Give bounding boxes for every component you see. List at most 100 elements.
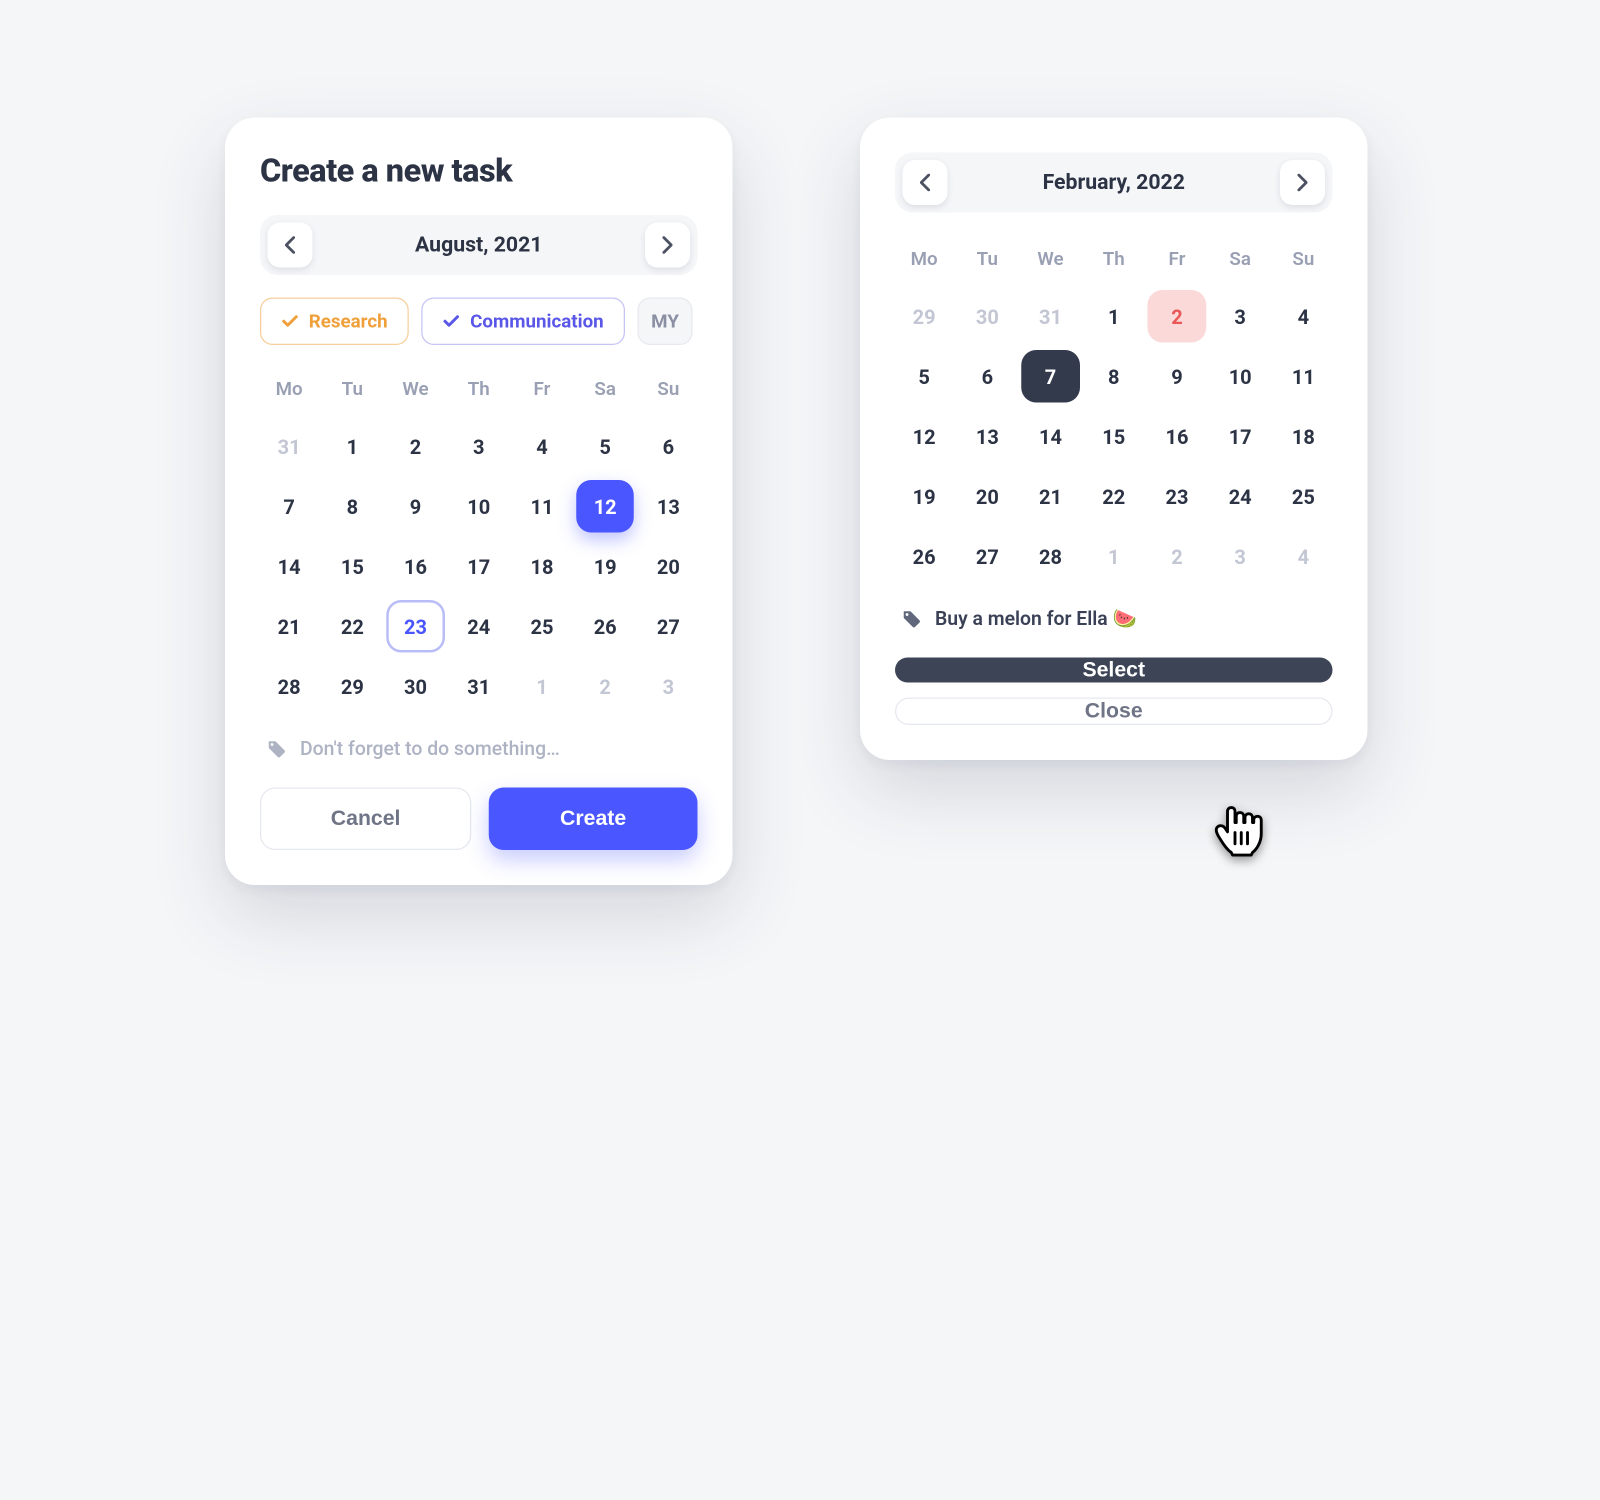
next-month-button[interactable] xyxy=(645,223,690,268)
calendar-day[interactable]: 2 xyxy=(576,660,634,713)
calendar-day[interactable]: 31 xyxy=(1021,290,1079,343)
calendar-day[interactable]: 18 xyxy=(1274,410,1332,463)
calendar-day[interactable]: 6 xyxy=(958,350,1016,403)
weekday-header: MoTuWeThFrSaSu xyxy=(260,370,698,408)
calendar-day[interactable]: 16 xyxy=(386,540,444,593)
cancel-button[interactable]: Cancel xyxy=(260,788,471,851)
calendar-day[interactable]: 3 xyxy=(450,420,508,473)
calendar-day[interactable]: 25 xyxy=(1274,470,1332,523)
calendar-day[interactable]: 31 xyxy=(260,420,318,473)
calendar-day[interactable]: 12 xyxy=(895,410,953,463)
tag-overflow[interactable]: MY xyxy=(637,298,692,346)
calendar-day[interactable]: 9 xyxy=(1148,350,1206,403)
calendar-day[interactable]: 2 xyxy=(1148,290,1206,343)
calendar-day[interactable]: 1 xyxy=(1085,290,1143,343)
calendar-week: 14151617181920 xyxy=(260,540,698,593)
calendar-day[interactable]: 11 xyxy=(513,480,571,533)
calendar-day[interactable]: 24 xyxy=(1211,470,1269,523)
calendar-day[interactable]: 16 xyxy=(1148,410,1206,463)
calendar-day[interactable]: 21 xyxy=(260,600,318,653)
calendar-week: 78910111213 xyxy=(260,480,698,533)
calendar-day[interactable]: 5 xyxy=(576,420,634,473)
create-button[interactable]: Create xyxy=(489,788,698,851)
calendar-day[interactable]: 24 xyxy=(450,600,508,653)
calendar-day[interactable]: 21 xyxy=(1021,470,1079,523)
calendar-day[interactable]: 30 xyxy=(958,290,1016,343)
calendar-day[interactable]: 4 xyxy=(513,420,571,473)
calendar-day[interactable]: 8 xyxy=(323,480,381,533)
calendar-day[interactable]: 31 xyxy=(450,660,508,713)
calendar-day[interactable]: 8 xyxy=(1085,350,1143,403)
calendar-day[interactable]: 23 xyxy=(1148,470,1206,523)
tag-label: Communication xyxy=(470,310,604,333)
weekday-label: Tu xyxy=(958,240,1016,278)
calendar-day[interactable]: 10 xyxy=(1211,350,1269,403)
calendar-day[interactable]: 22 xyxy=(323,600,381,653)
calendar-day[interactable]: 2 xyxy=(1148,530,1206,583)
calendar-day[interactable]: 19 xyxy=(895,470,953,523)
calendar-day[interactable]: 29 xyxy=(323,660,381,713)
calendar-day[interactable]: 28 xyxy=(260,660,318,713)
calendar-day[interactable]: 4 xyxy=(1274,530,1332,583)
prev-month-button[interactable] xyxy=(268,223,313,268)
tag-communication[interactable]: Communication xyxy=(421,298,625,346)
calendar-day[interactable]: 3 xyxy=(639,660,697,713)
note-input-row[interactable]: Don't forget to do something… xyxy=(260,738,698,761)
calendar-day[interactable]: 10 xyxy=(450,480,508,533)
calendar-day[interactable]: 15 xyxy=(323,540,381,593)
calendar-grid: 3112345678910111213141516171819202122232… xyxy=(260,420,698,713)
calendar-day[interactable]: 26 xyxy=(895,530,953,583)
next-month-button[interactable] xyxy=(1280,160,1325,205)
calendar-day[interactable]: 29 xyxy=(895,290,953,343)
calendar-day[interactable]: 3 xyxy=(1211,530,1269,583)
calendar-day[interactable]: 11 xyxy=(1274,350,1332,403)
calendar-day[interactable]: 22 xyxy=(1085,470,1143,523)
pointer-cursor-icon xyxy=(1213,800,1268,860)
calendar-day[interactable]: 9 xyxy=(386,480,444,533)
prev-month-button[interactable] xyxy=(903,160,948,205)
calendar-day[interactable]: 12 xyxy=(576,480,634,533)
tag-label: MY xyxy=(651,310,679,333)
calendar-day[interactable]: 25 xyxy=(513,600,571,653)
calendar-day[interactable]: 1 xyxy=(513,660,571,713)
calendar-day[interactable]: 5 xyxy=(895,350,953,403)
calendar-day[interactable]: 30 xyxy=(386,660,444,713)
calendar-day[interactable]: 17 xyxy=(1211,410,1269,463)
calendar-day[interactable]: 18 xyxy=(513,540,571,593)
calendar-day[interactable]: 28 xyxy=(1021,530,1079,583)
calendar-day[interactable]: 27 xyxy=(639,600,697,653)
calendar-day[interactable]: 2 xyxy=(386,420,444,473)
tag-research[interactable]: Research xyxy=(260,298,409,346)
calendar-day[interactable]: 14 xyxy=(260,540,318,593)
calendar-day[interactable]: 23 xyxy=(386,600,444,653)
action-buttons: Select Close xyxy=(895,658,1333,726)
calendar-day[interactable]: 17 xyxy=(450,540,508,593)
calendar-day[interactable]: 3 xyxy=(1211,290,1269,343)
calendar-day[interactable]: 1 xyxy=(1085,530,1143,583)
calendar-day[interactable]: 15 xyxy=(1085,410,1143,463)
calendar-day[interactable]: 4 xyxy=(1274,290,1332,343)
calendar-day[interactable]: 7 xyxy=(260,480,318,533)
check-icon xyxy=(281,313,299,331)
calendar-day[interactable]: 13 xyxy=(958,410,1016,463)
calendar-week: 31123456 xyxy=(260,420,698,473)
chevron-left-icon xyxy=(920,174,930,192)
calendar-day[interactable]: 26 xyxy=(576,600,634,653)
calendar-day[interactable]: 27 xyxy=(958,530,1016,583)
calendar-grid: 2930311234567891011121314151617181920212… xyxy=(895,290,1333,583)
close-button[interactable]: Close xyxy=(895,698,1333,726)
calendar-day[interactable]: 6 xyxy=(639,420,697,473)
calendar-day[interactable]: 20 xyxy=(958,470,1016,523)
calendar-day[interactable]: 20 xyxy=(639,540,697,593)
weekday-label: Th xyxy=(450,370,508,408)
calendar-day[interactable]: 14 xyxy=(1021,410,1079,463)
action-buttons: Cancel Create xyxy=(260,788,698,851)
select-button[interactable]: Select xyxy=(895,658,1333,683)
calendar-day[interactable]: 1 xyxy=(323,420,381,473)
weekday-label: Fr xyxy=(513,370,571,408)
calendar-day[interactable]: 13 xyxy=(639,480,697,533)
card-title: Create a new task xyxy=(260,153,698,191)
calendar-day[interactable]: 19 xyxy=(576,540,634,593)
calendar-day[interactable]: 7 xyxy=(1021,350,1079,403)
chevron-right-icon xyxy=(663,236,673,254)
